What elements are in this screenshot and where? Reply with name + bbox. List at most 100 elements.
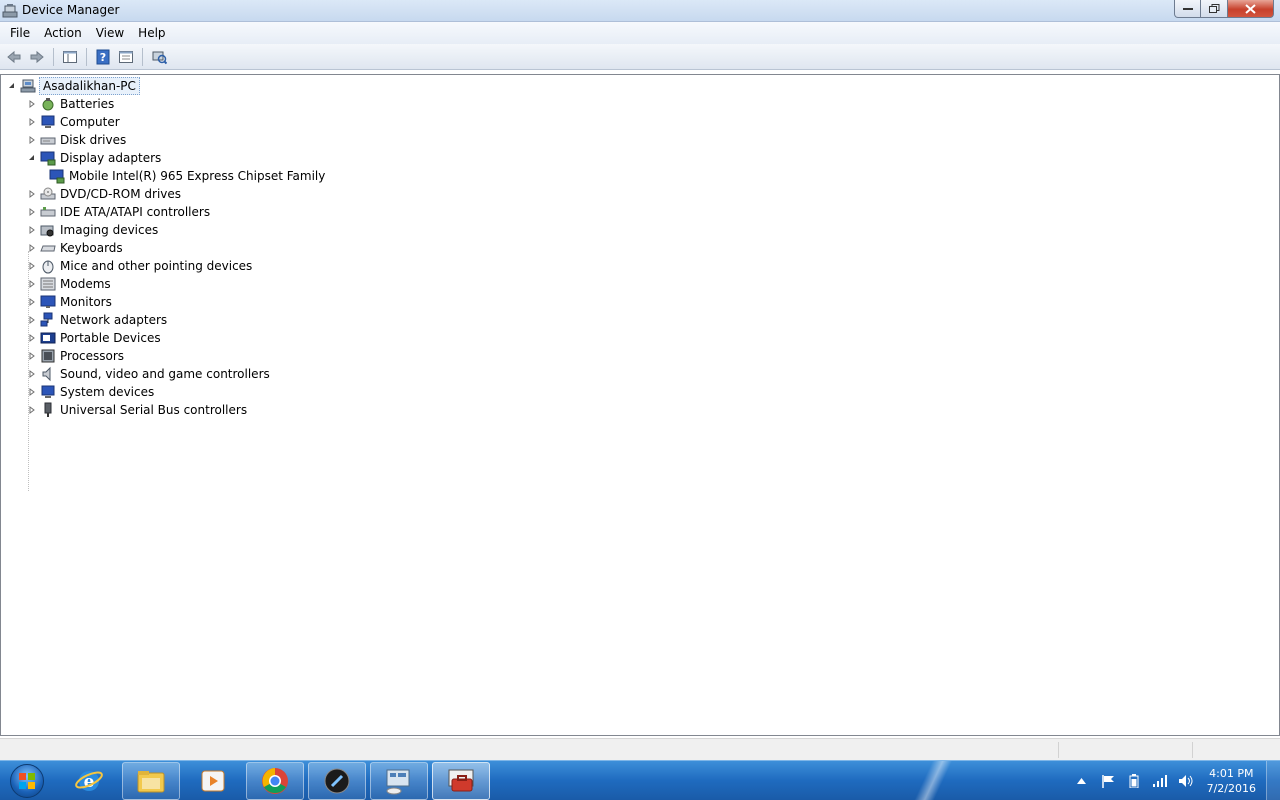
display-adapter-icon: [49, 168, 65, 184]
expand-arrow-icon[interactable]: [27, 239, 37, 257]
tree-node-imaging-devices[interactable]: Imaging devices: [7, 221, 326, 239]
status-bar: [0, 738, 1280, 760]
taskbar-remote-desktop[interactable]: [370, 762, 428, 800]
scan-hardware-icon: [152, 51, 167, 64]
window-title: Device Manager: [22, 3, 120, 17]
status-bar-separator: [1058, 742, 1059, 758]
taskbar-app[interactable]: [308, 762, 366, 800]
device-tree-pane[interactable]: Asadalikhan-PC Batteries Computer Disk d…: [0, 74, 1280, 736]
volume-button[interactable]: [1178, 773, 1194, 789]
chrome-icon: [262, 768, 288, 794]
computer-root-icon: [20, 78, 36, 94]
show-hide-console-tree-icon: [63, 50, 77, 63]
menu-action[interactable]: Action: [37, 23, 89, 43]
expand-arrow-icon[interactable]: [27, 401, 37, 419]
menu-file[interactable]: File: [3, 23, 37, 43]
title-bar: Device Manager: [0, 0, 1280, 22]
expand-arrow-icon[interactable]: [27, 203, 37, 221]
taskbar-internet-explorer[interactable]: e: [60, 762, 118, 800]
back-button[interactable]: [4, 47, 24, 67]
disk-drive-icon: [40, 132, 56, 148]
file-explorer-icon: [137, 771, 165, 793]
expand-arrow-icon[interactable]: [27, 257, 37, 275]
status-bar-separator: [1192, 742, 1193, 758]
chevron-up-icon: [1077, 778, 1087, 784]
tree-node-network-adapters[interactable]: Network adapters: [7, 311, 326, 329]
tree-node-computer[interactable]: Computer: [7, 113, 326, 131]
tree-node-display-adapters[interactable]: Display adapters: [7, 149, 326, 167]
close-button[interactable]: [1228, 0, 1274, 18]
tree-node-label: Disk drives: [60, 133, 127, 147]
expand-arrow-icon[interactable]: [27, 311, 37, 329]
tree-node-processors[interactable]: Processors: [7, 347, 326, 365]
expand-arrow-icon[interactable]: [27, 329, 37, 347]
taskbar-chrome[interactable]: [246, 762, 304, 800]
restore-button[interactable]: [1201, 0, 1228, 18]
windows-logo-icon: [10, 764, 44, 798]
help-button[interactable]: ?: [93, 47, 113, 67]
tree-node-mobile-intel-965[interactable]: Mobile Intel(R) 965 Express Chipset Fami…: [7, 167, 326, 185]
tree-root-node[interactable]: Asadalikhan-PC: [7, 77, 326, 95]
close-icon: [1245, 3, 1256, 14]
expand-arrow-icon[interactable]: [27, 113, 37, 131]
battery-icon: [40, 96, 56, 112]
expand-arrow-icon[interactable]: [27, 383, 37, 401]
properties-button[interactable]: [116, 47, 136, 67]
network-status-button[interactable]: [1152, 773, 1168, 789]
tree-node-sound-video-game-controllers[interactable]: Sound, video and game controllers: [7, 365, 326, 383]
tree-node-batteries[interactable]: Batteries: [7, 95, 326, 113]
minimize-button[interactable]: [1174, 0, 1201, 18]
menu-bar: File Action View Help: [0, 22, 1280, 44]
taskbar-media-player[interactable]: [184, 762, 242, 800]
tree-node-keyboards[interactable]: Keyboards: [7, 239, 326, 257]
menu-help[interactable]: Help: [131, 23, 172, 43]
toolbar-separator: [142, 47, 143, 66]
taskbar-file-explorer[interactable]: [122, 762, 180, 800]
expand-arrow-icon[interactable]: [27, 221, 37, 239]
expand-arrow-icon[interactable]: [27, 185, 37, 203]
remote-desktop-icon: [386, 769, 410, 795]
tree-node-portable-devices[interactable]: Portable Devices: [7, 329, 326, 347]
expand-arrow-icon[interactable]: [27, 131, 37, 149]
expand-arrow-icon[interactable]: [27, 275, 37, 293]
usb-icon: [40, 402, 56, 418]
tree-node-monitors[interactable]: Monitors: [7, 293, 326, 311]
show-hidden-icons-button[interactable]: [1074, 773, 1090, 789]
tree-node-label: Mice and other pointing devices: [60, 259, 253, 273]
toolbar-separator: [53, 47, 54, 66]
forward-button[interactable]: [27, 47, 47, 67]
tree-node-dvd-cd-rom-drives[interactable]: DVD/CD-ROM drives: [7, 185, 326, 203]
tree-node-disk-drives[interactable]: Disk drives: [7, 131, 326, 149]
clock[interactable]: 4:01 PM 7/2/2016: [1207, 766, 1256, 796]
tree-node-label: Display adapters: [60, 151, 162, 165]
volume-icon: [1178, 775, 1193, 787]
menu-view[interactable]: View: [89, 23, 131, 43]
start-button[interactable]: [4, 762, 50, 800]
collapse-arrow-icon[interactable]: [7, 77, 17, 95]
tree-node-ide-ata-atapi-controllers[interactable]: IDE ATA/ATAPI controllers: [7, 203, 326, 221]
expand-arrow-icon[interactable]: [27, 365, 37, 383]
taskbar-device-manager[interactable]: [432, 762, 490, 800]
tree-root-label: Asadalikhan-PC: [39, 77, 140, 95]
system-tray: 4:01 PM 7/2/2016: [1069, 761, 1280, 800]
battery-status-button[interactable]: [1126, 773, 1142, 789]
show-desktop-button[interactable]: [1266, 761, 1280, 800]
battery-tray-icon: [1129, 774, 1139, 788]
modem-icon: [40, 276, 56, 292]
expand-arrow-icon[interactable]: [27, 293, 37, 311]
tree-node-usb-controllers[interactable]: Universal Serial Bus controllers: [7, 401, 326, 419]
expand-arrow-icon[interactable]: [27, 347, 37, 365]
tree-node-system-devices[interactable]: System devices: [7, 383, 326, 401]
expand-arrow-icon[interactable]: [27, 95, 37, 113]
network-adapter-icon: [40, 312, 56, 328]
tree-node-modems[interactable]: Modems: [7, 275, 326, 293]
speaker-icon: [40, 366, 56, 382]
tree-node-label: Universal Serial Bus controllers: [60, 403, 248, 417]
action-center-button[interactable]: [1100, 773, 1116, 789]
tree-node-mice[interactable]: Mice and other pointing devices: [7, 257, 326, 275]
collapse-arrow-icon[interactable]: [27, 149, 37, 167]
scan-hardware-button[interactable]: [149, 47, 169, 67]
app-icon: [324, 768, 350, 794]
help-icon: ?: [96, 49, 110, 64]
show-hide-console-tree-button[interactable]: [60, 47, 80, 67]
